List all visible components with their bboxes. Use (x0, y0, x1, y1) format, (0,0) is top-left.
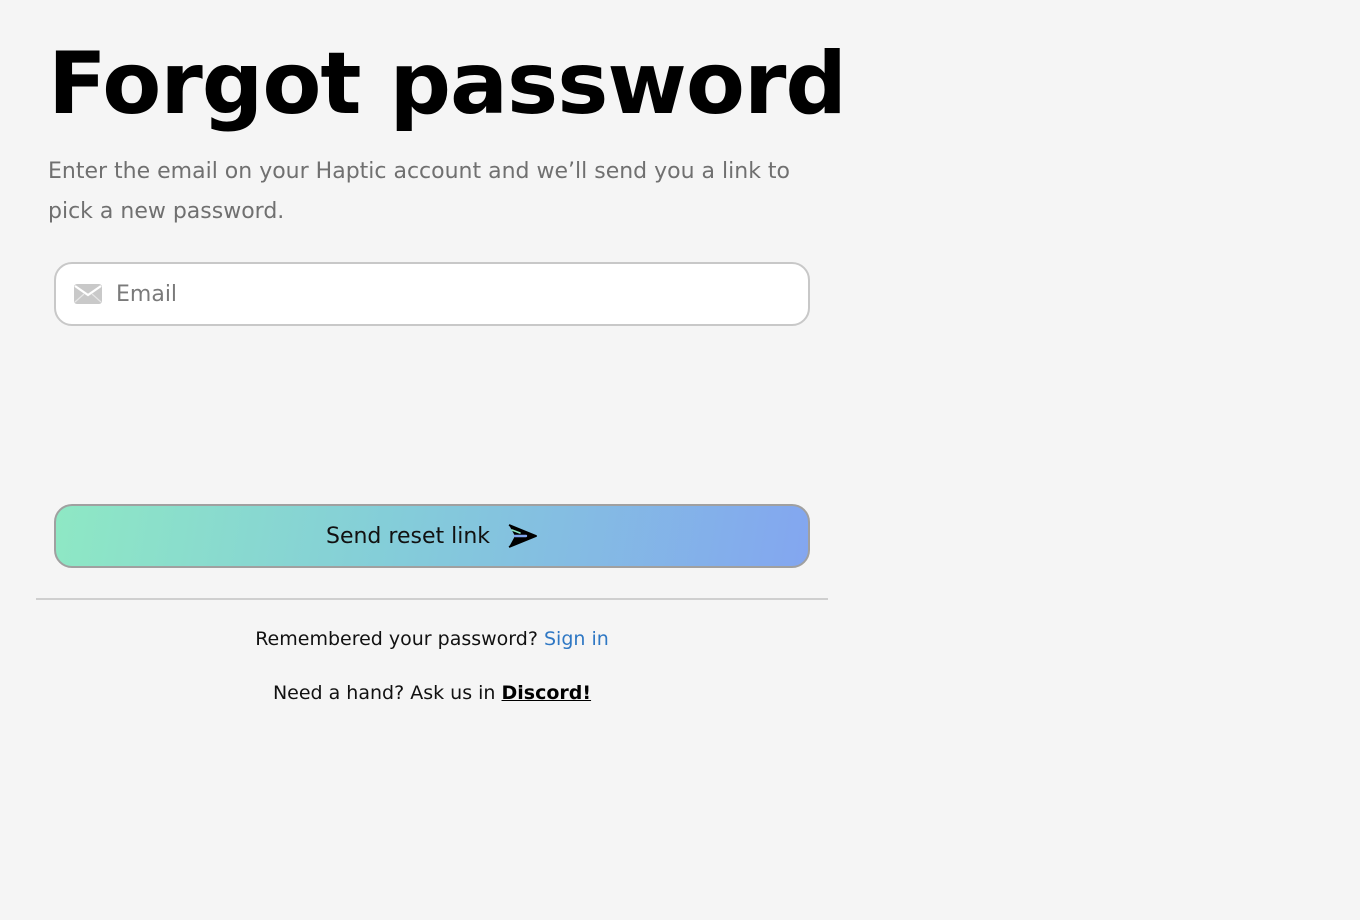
discord-link[interactable]: Discord! (502, 682, 592, 704)
sign-in-link[interactable]: Sign in (544, 628, 609, 650)
send-reset-link-button[interactable]: Send reset link (54, 504, 810, 568)
send-arrow-icon (508, 524, 538, 548)
signin-prompt: Remembered your password? Sign in (36, 625, 828, 653)
forgot-password-page: Forgot password Enter the email on your … (0, 0, 1360, 920)
email-field-container[interactable] (54, 262, 810, 326)
email-input[interactable] (116, 264, 796, 324)
remembered-text: Remembered your password? (255, 628, 538, 650)
page-subtitle: Enter the email on your Haptic account a… (48, 159, 791, 224)
help-prompt: Need a hand? Ask us in Discord! (36, 679, 828, 707)
send-reset-link-label: Send reset link (325, 523, 491, 549)
divider (36, 598, 828, 600)
help-text: Need a hand? Ask us in (272, 682, 496, 704)
page-title: Forgot password (48, 34, 847, 134)
mail-icon (74, 284, 102, 304)
